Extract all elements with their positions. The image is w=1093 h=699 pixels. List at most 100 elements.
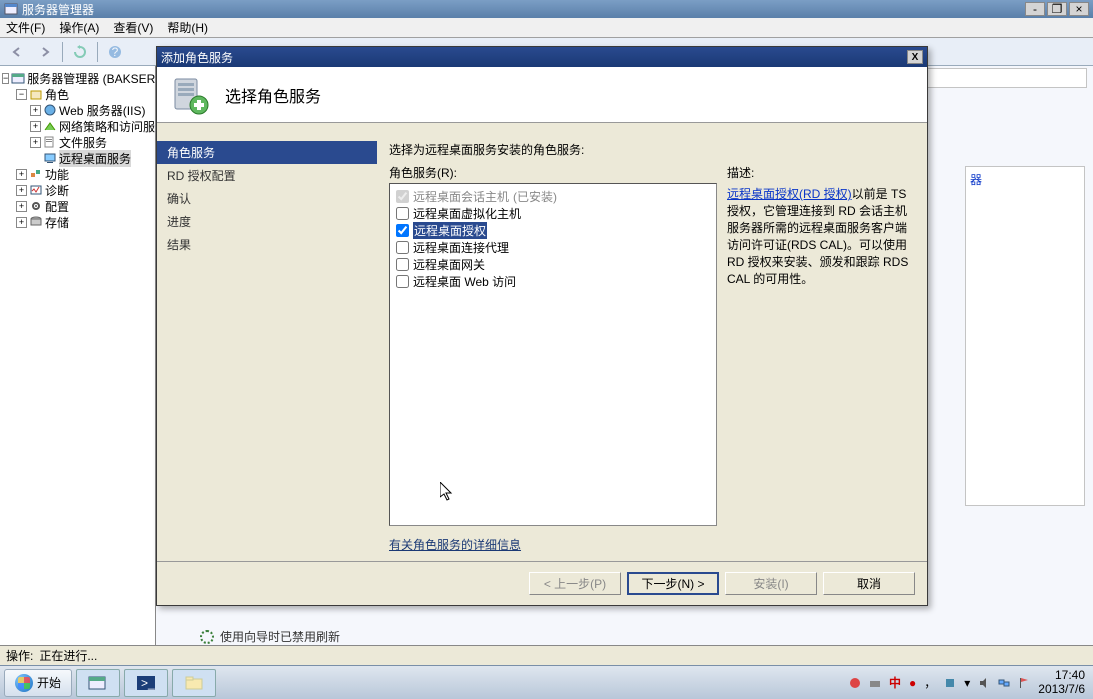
tree-diagnostics-label: 诊断 bbox=[45, 182, 69, 199]
ime-dot-icon[interactable]: ● bbox=[909, 676, 916, 690]
status-bar: 操作: 正在进行... bbox=[0, 645, 1093, 665]
ime-punct-icon[interactable]: ， bbox=[924, 674, 936, 691]
install-button: 安装(I) bbox=[725, 572, 817, 595]
tree-diagnostics[interactable]: +诊断 bbox=[0, 182, 155, 198]
taskbar-app-powershell[interactable]: >_ bbox=[124, 669, 168, 697]
tree-rds[interactable]: 远程桌面服务 bbox=[0, 150, 155, 166]
tree-config-label: 配置 bbox=[45, 198, 69, 215]
role-session-host-label: 远程桌面会话主机 bbox=[413, 188, 509, 205]
role-licensing-check[interactable] bbox=[396, 224, 409, 237]
minimize-button[interactable]: - bbox=[1025, 2, 1045, 16]
role-web-access[interactable]: 远程桌面 Web 访问 bbox=[396, 273, 710, 290]
tree-root[interactable]: −服务器管理器 (BAKSERVEP bbox=[0, 70, 155, 86]
role-session-host-installed: (已安装) bbox=[513, 188, 557, 205]
tree-storage[interactable]: +存储 bbox=[0, 214, 155, 230]
role-virtualization-host-check[interactable] bbox=[396, 207, 409, 220]
role-session-host: 远程桌面会话主机 (已安装) bbox=[396, 188, 710, 205]
app-titlebar: 服务器管理器 - ❐ × bbox=[0, 0, 1093, 18]
wizard-title: 添加角色服务 bbox=[161, 49, 233, 66]
ime-indicator[interactable]: 中 bbox=[889, 674, 901, 691]
tray-clock[interactable]: 17:40 2013/7/6 bbox=[1038, 669, 1085, 695]
more-info-link[interactable]: 有关角色服务的详细信息 bbox=[389, 536, 915, 553]
ime-dropdown-icon[interactable]: ▾ bbox=[964, 676, 970, 690]
tree-config[interactable]: +配置 bbox=[0, 198, 155, 214]
menu-help[interactable]: 帮助(H) bbox=[167, 19, 208, 36]
add-role-services-wizard: 添加角色服务 X 选择角色服务 角色服务 RD 授权配置 确认 进度 结果 选择… bbox=[156, 46, 928, 606]
clock-date: 2013/7/6 bbox=[1038, 683, 1085, 696]
clock-time: 17:40 bbox=[1038, 669, 1085, 682]
wizard-header-icon bbox=[169, 75, 209, 115]
svg-text:?: ? bbox=[112, 45, 119, 59]
taskbar-app-explorer[interactable] bbox=[172, 669, 216, 697]
status-label: 操作: bbox=[6, 647, 33, 664]
role-gateway-label: 远程桌面网关 bbox=[413, 256, 485, 273]
tree-features[interactable]: +功能 bbox=[0, 166, 155, 182]
tree-fileservices[interactable]: +文件服务 bbox=[0, 134, 155, 150]
cancel-button[interactable]: 取消 bbox=[823, 572, 915, 595]
wizard-buttons: < 上一步(P) 下一步(N) > 安装(I) 取消 bbox=[157, 561, 927, 605]
role-gateway-check[interactable] bbox=[396, 258, 409, 271]
svg-text:>_: >_ bbox=[141, 676, 155, 690]
role-connection-broker[interactable]: 远程桌面连接代理 bbox=[396, 239, 710, 256]
step-results[interactable]: 结果 bbox=[157, 233, 377, 256]
step-confirm[interactable]: 确认 bbox=[157, 187, 377, 210]
windows-orb-icon bbox=[15, 674, 33, 692]
taskbar: 开始 >_ 中 ● ， ▾ 17:40 2013/7/6 bbox=[0, 665, 1093, 699]
tree-rds-label: 远程桌面服务 bbox=[59, 150, 131, 167]
description-panel: 描述: 远程桌面授权(RD 授权)以前是 TS 授权，它管理连接到 RD 会话主… bbox=[727, 164, 915, 526]
role-connection-broker-label: 远程桌面连接代理 bbox=[413, 239, 509, 256]
role-services-list[interactable]: 远程桌面会话主机 (已安装) 远程桌面虚拟化主机 远程桌面授权 bbox=[389, 183, 717, 526]
menu-file[interactable]: 文件(F) bbox=[6, 19, 45, 36]
tree-nap-label: 网络策略和访问服 bbox=[59, 118, 155, 135]
tree-root-label: 服务器管理器 (BAKSERVEP bbox=[27, 70, 156, 87]
tree-panel[interactable]: −服务器管理器 (BAKSERVEP −角色 +Web 服务器(IIS) +网络… bbox=[0, 66, 156, 665]
role-web-access-label: 远程桌面 Web 访问 bbox=[413, 273, 516, 290]
description-text: 远程桌面授权(RD 授权)以前是 TS 授权，它管理连接到 RD 会话主机服务器… bbox=[727, 185, 915, 287]
tray-volume-icon[interactable] bbox=[978, 677, 990, 689]
role-connection-broker-check[interactable] bbox=[396, 241, 409, 254]
start-button[interactable]: 开始 bbox=[4, 669, 72, 697]
wizard-instruction: 选择为远程桌面服务安装的角色服务: bbox=[389, 141, 915, 158]
restore-button[interactable]: ❐ bbox=[1047, 2, 1067, 16]
tray-icon[interactable] bbox=[944, 677, 956, 689]
tray-icon[interactable] bbox=[869, 677, 881, 689]
tree-roles[interactable]: −角色 bbox=[0, 86, 155, 102]
tree-nap[interactable]: +网络策略和访问服 bbox=[0, 118, 155, 134]
tray-icon[interactable] bbox=[849, 677, 861, 689]
wizard-main: 选择为远程桌面服务安装的角色服务: 角色服务(R): 远程桌面会话主机 (已安装… bbox=[377, 123, 927, 561]
refresh-disabled-text: 使用向导时已禁用刷新 bbox=[220, 628, 340, 645]
menu-action[interactable]: 操作(A) bbox=[59, 19, 99, 36]
help-icon[interactable]: ? bbox=[104, 41, 126, 63]
prev-button: < 上一步(P) bbox=[529, 572, 621, 595]
menu-view[interactable]: 查看(V) bbox=[113, 19, 153, 36]
wizard-close-button[interactable]: X bbox=[907, 50, 923, 64]
step-role-services[interactable]: 角色服务 bbox=[157, 141, 377, 164]
taskbar-app-servermanager[interactable] bbox=[76, 669, 120, 697]
refresh-icon[interactable] bbox=[69, 41, 91, 63]
step-progress[interactable]: 进度 bbox=[157, 210, 377, 233]
tray-flag-icon[interactable] bbox=[1018, 677, 1030, 689]
tree-iis[interactable]: +Web 服务器(IIS) bbox=[0, 102, 155, 118]
tree-roles-label: 角色 bbox=[45, 86, 69, 103]
description-link[interactable]: 远程桌面授权(RD 授权) bbox=[727, 187, 852, 201]
close-button[interactable]: × bbox=[1069, 2, 1089, 16]
tree-fileservices-label: 文件服务 bbox=[59, 134, 107, 151]
start-label: 开始 bbox=[37, 674, 61, 691]
role-gateway[interactable]: 远程桌面网关 bbox=[396, 256, 710, 273]
menu-bar: 文件(F) 操作(A) 查看(V) 帮助(H) bbox=[0, 18, 1093, 38]
step-rd-licensing-config[interactable]: RD 授权配置 bbox=[157, 164, 377, 187]
tray-network-icon[interactable] bbox=[998, 677, 1010, 689]
wizard-titlebar: 添加角色服务 X bbox=[157, 47, 927, 67]
back-button[interactable] bbox=[6, 41, 28, 63]
role-services-label: 角色服务(R): bbox=[389, 164, 717, 181]
actions-link[interactable]: 器 bbox=[966, 167, 1084, 192]
role-virtualization-host[interactable]: 远程桌面虚拟化主机 bbox=[396, 205, 710, 222]
forward-button[interactable] bbox=[34, 41, 56, 63]
refresh-disabled-icon bbox=[200, 630, 214, 644]
role-licensing-label: 远程桌面授权 bbox=[413, 222, 487, 239]
description-heading: 描述: bbox=[727, 164, 915, 181]
role-web-access-check[interactable] bbox=[396, 275, 409, 288]
app-icon bbox=[4, 2, 18, 16]
next-button[interactable]: 下一步(N) > bbox=[627, 572, 719, 595]
role-licensing[interactable]: 远程桌面授权 bbox=[396, 222, 710, 239]
